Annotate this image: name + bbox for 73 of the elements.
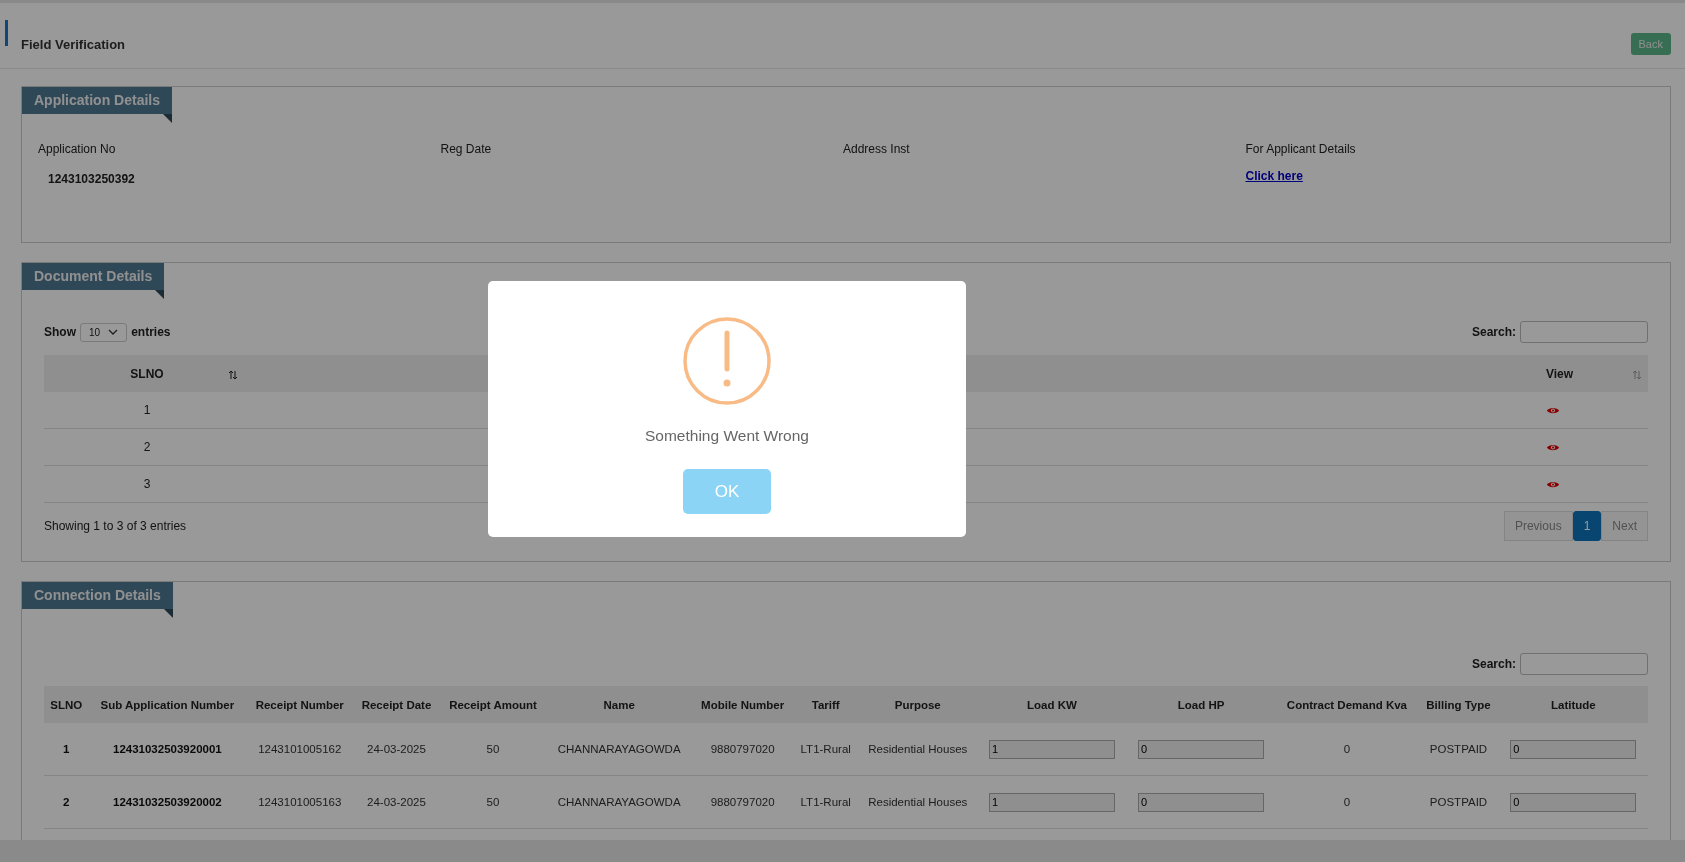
table-cell: POSTPAID (1418, 723, 1499, 776)
table-cell: 0 (1275, 723, 1419, 776)
column-header: Receipt Number (246, 686, 354, 723)
table-input-field[interactable]: 0 (1510, 792, 1637, 812)
view-eye-icon[interactable] (1546, 405, 1560, 415)
corner-fold-icon (163, 609, 173, 618)
column-header: Load HP (1126, 686, 1276, 723)
column-header[interactable]: View (1546, 366, 1574, 381)
column-header: SLNO (44, 686, 89, 723)
column-header: Name (546, 686, 692, 723)
table-cell: POSTPAID (1418, 775, 1499, 829)
table-cell: CHANNARAYAGOWDA (546, 775, 692, 829)
column-header: Load KW (977, 686, 1127, 723)
table-cell: 12431032503920002 (88, 775, 247, 829)
column-header: Latitude (1498, 686, 1648, 723)
table-cell: 2 (44, 775, 89, 829)
column-header: Contract Demand Kva (1275, 686, 1419, 723)
column-header: Mobile Number (691, 686, 794, 723)
page-button[interactable]: 1 (1572, 511, 1602, 541)
warning-icon (683, 317, 771, 405)
table-cell: 2 (143, 440, 151, 454)
table-input-field[interactable]: 0 (1138, 792, 1265, 812)
corner-fold-icon (163, 114, 173, 123)
search-label: Search: (1471, 325, 1516, 339)
corner-fold-icon (155, 290, 165, 299)
entries-label: entries (131, 325, 171, 339)
column-header: Receipt Date (353, 686, 440, 723)
table-cell: 1243101005163 (246, 775, 354, 829)
column-header[interactable]: SLNO (130, 366, 164, 381)
field-value: 1243103250392 (47, 172, 135, 186)
table-cell: 24-03-2025 (353, 723, 440, 776)
search-field[interactable] (1520, 653, 1648, 675)
table-cell: Residential Houses (858, 723, 978, 776)
alert-message: Something Went Wrong (645, 427, 809, 445)
table-cell: CHANNARAYAGOWDA (546, 723, 692, 776)
column-header: Tariff (793, 686, 859, 723)
table-input-field[interactable]: 0 (1510, 739, 1637, 759)
search-label: Search: (1471, 657, 1516, 671)
column-header: Sub Application Number (88, 686, 247, 723)
show-label: Show (44, 325, 76, 339)
table-cell: 1 (143, 403, 151, 417)
field-label: For Applicant Details (1245, 142, 1356, 156)
field-label: Address Inst (843, 142, 910, 156)
table-input-field[interactable]: 1 (988, 792, 1115, 812)
search-field[interactable] (1520, 321, 1648, 343)
table-cell: 12431032503920001 (88, 723, 247, 776)
table-cell: LT1-Rural (793, 775, 859, 829)
chevron-down-icon (108, 329, 119, 335)
table-cell: 24-03-2025 (353, 775, 440, 829)
table-cell: 3 (143, 477, 151, 491)
column-header: Receipt Amount (439, 686, 547, 723)
field-label: Application No (38, 142, 116, 156)
page-length-select[interactable]: 10 (80, 322, 128, 342)
table-cell: 50 (439, 775, 547, 829)
table-input-field[interactable]: 1 (988, 739, 1115, 759)
table-cell: 0 (1275, 775, 1419, 829)
field-label: Reg Date (440, 142, 492, 156)
sort-icon[interactable] (228, 370, 238, 380)
view-eye-icon[interactable] (1546, 479, 1560, 489)
column-header: Purpose (858, 686, 978, 723)
table-cell: 1 (44, 723, 89, 776)
table-info: Showing 1 to 3 of 3 entries (44, 519, 187, 533)
table-cell: 1243101005162 (246, 723, 354, 776)
page-title: Field Verification (21, 36, 126, 52)
table-cell: Residential Houses (858, 775, 978, 829)
click-here-link[interactable]: Click here (1245, 169, 1303, 183)
table-cell: 50 (439, 723, 547, 776)
table-cell: 9880797020 (691, 723, 794, 776)
table-cell: LT1-Rural (793, 723, 859, 776)
table-cell: 9880797020 (691, 775, 794, 829)
column-header: Billing Type (1418, 686, 1499, 723)
view-eye-icon[interactable] (1546, 442, 1560, 452)
table-input-field[interactable]: 0 (1138, 739, 1265, 759)
